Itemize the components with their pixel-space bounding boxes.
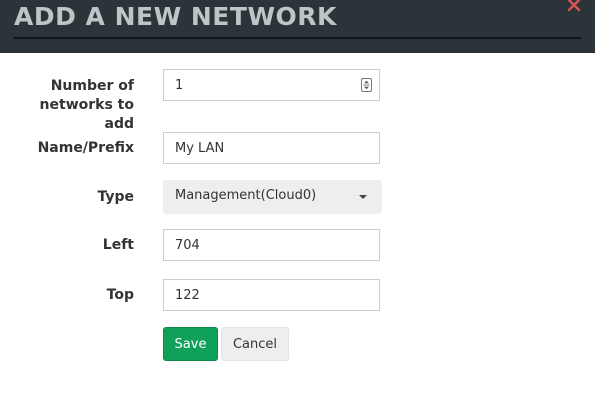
type-label: Type [97, 189, 134, 205]
count-label: Number of networks to add [14, 77, 134, 134]
left-label: Left [102, 237, 134, 253]
title-underline [14, 37, 581, 39]
left-input[interactable] [163, 229, 380, 261]
count-label-line1: Number of [50, 78, 134, 94]
cancel-button[interactable]: Cancel [221, 327, 289, 361]
type-select[interactable]: Management(Cloud0) [163, 180, 382, 214]
close-icon[interactable] [567, 0, 581, 12]
dialog-title: ADD A NEW NETWORK [14, 2, 337, 31]
chevron-down-icon [359, 195, 367, 199]
type-select-value: Management(Cloud0) [175, 188, 317, 203]
dialog-header: ADD A NEW NETWORK [0, 0, 595, 53]
name-label: Name/Prefix [37, 140, 134, 156]
top-input[interactable] [163, 279, 380, 311]
save-button[interactable]: Save [163, 327, 218, 361]
top-label: Top [106, 287, 134, 303]
stepper-icon[interactable] [361, 78, 372, 92]
network-count-input[interactable] [163, 69, 380, 101]
count-label-line2: networks to add [39, 97, 134, 132]
name-prefix-input[interactable] [163, 132, 380, 164]
